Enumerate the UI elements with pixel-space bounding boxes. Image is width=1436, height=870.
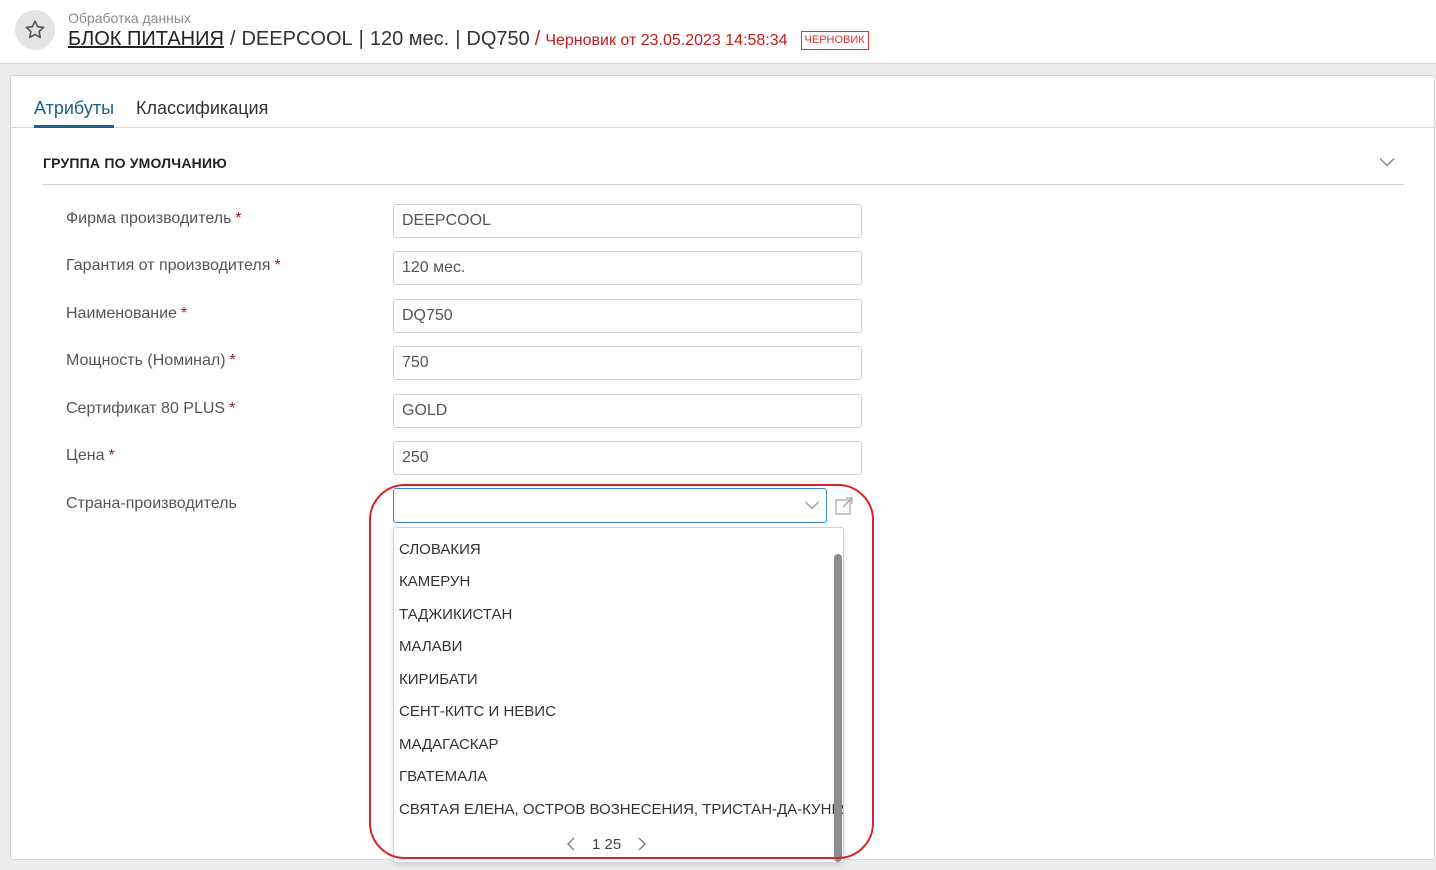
power-input[interactable] <box>393 346 862 380</box>
field-label: Фирма производитель <box>66 210 232 227</box>
dropdown-option[interactable]: КАМЕРУН <box>399 573 470 590</box>
field-row-price: Цена * <box>66 441 866 475</box>
field-row-warranty: Гарантия от производителя * <box>66 251 866 285</box>
certificate-input[interactable] <box>393 394 862 428</box>
required-mark: * <box>274 257 281 274</box>
field-row-manufacturer: Фирма производитель * <box>66 204 866 238</box>
page-header: Обработка данных БЛОК ПИТАНИЯ / DEEPCOOL… <box>0 0 1436 64</box>
title-model: DQ750 <box>466 28 530 50</box>
name-input[interactable] <box>393 299 862 333</box>
dropdown-option[interactable]: СВЯТАЯ ЕЛЕНА, ОСТРОВ ВОЗНЕСЕНИЯ, ТРИСТАН… <box>399 801 843 818</box>
field-label: Цена <box>66 447 105 464</box>
tab-classification[interactable]: Классификация <box>136 98 268 125</box>
title-separator: / <box>229 28 236 50</box>
open-external-icon[interactable] <box>834 496 854 516</box>
status-badge: ЧЕРНОВИК <box>800 31 869 50</box>
group-title: ГРУППА ПО УМОЛЧАНИЮ <box>43 155 227 171</box>
draft-separator: / <box>534 28 541 50</box>
chevron-down-icon[interactable] <box>804 499 820 511</box>
title-vendor: DEEPCOOL <box>241 28 353 50</box>
entity-link[interactable]: БЛОК ПИТАНИЯ <box>68 28 224 51</box>
chevron-left-icon[interactable] <box>564 836 578 852</box>
dropdown-option[interactable]: ГВАТЕМАЛА <box>399 768 487 785</box>
field-label: Гарантия от производителя <box>66 257 271 274</box>
country-combobox[interactable] <box>393 488 827 523</box>
group-header[interactable]: ГРУППА ПО УМОЛЧАНИЮ <box>43 153 1404 185</box>
required-mark: * <box>108 447 115 464</box>
dropdown-scroll-thumb[interactable] <box>834 554 842 862</box>
manufacturer-input[interactable] <box>393 204 862 238</box>
price-input[interactable] <box>393 441 862 475</box>
page-title: БЛОК ПИТАНИЯ / DEEPCOOL | 120 мес. | DQ7… <box>68 28 869 52</box>
title-pipe: | <box>358 28 364 50</box>
field-row-certificate: Сертификат 80 PLUS * <box>66 394 866 428</box>
main-card: Атрибуты Классификация ГРУППА ПО УМОЛЧАН… <box>10 75 1435 863</box>
required-mark: * <box>229 400 236 417</box>
field-label: Страна-производитель <box>66 495 237 512</box>
title-warranty: 120 мес. <box>369 28 450 50</box>
required-mark: * <box>180 305 188 322</box>
dropdown-option[interactable]: СЕНТ-КИТС И НЕВИС <box>399 703 556 720</box>
pager-text: 1 25 <box>592 835 622 853</box>
required-mark: * <box>229 352 236 369</box>
dropdown-option[interactable]: МАЛАВИ <box>399 638 462 655</box>
star-icon <box>25 20 45 39</box>
tab-bar: Атрибуты Классификация <box>11 76 1434 128</box>
favorite-button[interactable] <box>15 10 55 50</box>
field-row-name: Наименование * <box>66 299 866 333</box>
draft-timestamp: Черновик от 23.05.2023 14:58:34 <box>545 32 788 49</box>
dropdown-option[interactable]: МАДАГАСКАР <box>399 736 499 753</box>
title-pipe: | <box>455 28 461 50</box>
dropdown-option[interactable]: ТАДЖИКИСТАН <box>399 606 512 623</box>
warranty-input[interactable] <box>393 251 862 285</box>
required-mark: * <box>235 210 242 227</box>
tab-attributes[interactable]: Атрибуты <box>34 98 115 128</box>
field-label: Наименование <box>66 305 177 322</box>
dropdown-pager: 1 25 <box>564 834 649 854</box>
country-dropdown: СЛОВАКИЯ КАМЕРУН ТАДЖИКИСТАН МАЛАВИ КИРИ… <box>393 527 844 863</box>
field-label: Сертификат 80 PLUS <box>66 400 226 417</box>
dropdown-option[interactable]: КИРИБАТИ <box>399 671 478 688</box>
chevron-right-icon[interactable] <box>635 836 649 852</box>
dropdown-option[interactable]: СЛОВАКИЯ <box>399 541 481 558</box>
breadcrumb: Обработка данных <box>68 10 191 26</box>
field-label: Мощность (Номинал) <box>66 352 226 369</box>
field-row-power: Мощность (Номинал) * <box>66 346 866 380</box>
chevron-down-icon[interactable] <box>1378 155 1396 169</box>
